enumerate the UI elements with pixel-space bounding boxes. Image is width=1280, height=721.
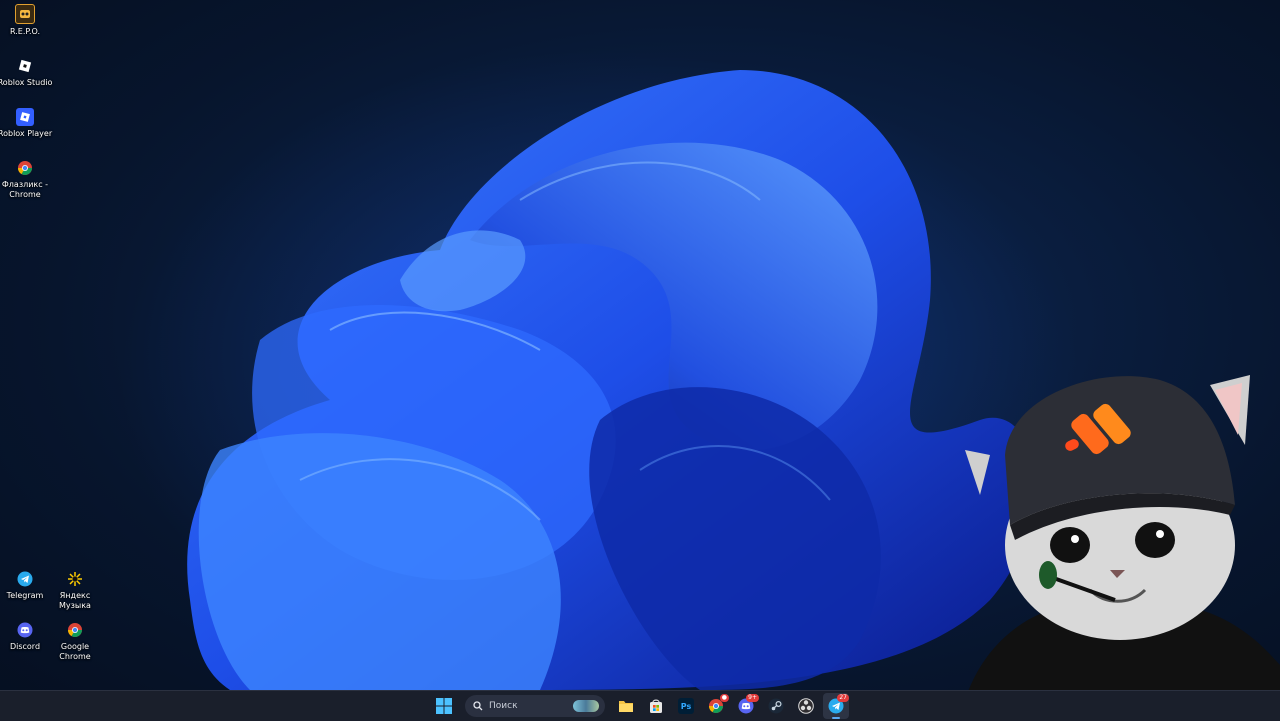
desktop-icon-telegram[interactable]: Telegram [0,570,50,601]
roblox-studio-icon [16,57,34,75]
store-icon [650,699,662,713]
photoshop-icon: Ps [678,698,694,714]
chrome-icon [16,159,34,177]
taskbar-microsoft-store[interactable] [643,693,669,719]
telegram-icon [16,570,34,588]
desktop-icon-roblox-player[interactable]: Roblox Player [0,108,53,139]
roblox-player-icon [16,108,34,126]
notification-badge: 9+ [746,694,759,702]
taskbar-steam[interactable] [763,693,789,719]
taskbar-search[interactable]: Поиск [465,695,605,717]
taskbar: Поиск Ps ● 9+ 27 [0,690,1280,721]
obs-icon [798,698,814,714]
notification-badge: 27 [837,694,849,702]
desktop-icon-google-chrome[interactable]: Google Chrome [50,621,100,662]
desktop-icon-repo[interactable]: R.E.P.O. [0,4,50,37]
taskbar-telegram[interactable]: 27 [823,693,849,719]
desktop-icon-label: Флазликс - Chrome [1,180,49,199]
folder-icon [619,701,633,712]
desktop-icon-label: Яндекс Музыка [59,591,91,610]
search-highlight-icon [573,700,599,712]
repo-game-icon [15,4,35,24]
taskbar-file-explorer[interactable] [613,693,639,719]
taskbar-discord[interactable]: 9+ [733,693,759,719]
webcam-overlay-cat: M ЕННАЯ [960,375,1280,720]
desktop-icon-discord[interactable]: Discord [0,621,50,652]
taskbar-chrome[interactable]: ● [703,693,729,719]
desktop-icon-label: R.E.P.O. [9,27,41,36]
desktop-icon-label: Roblox Studio [0,78,53,87]
desktop-icon-yandex-music[interactable]: Яндекс Музыка [50,570,100,611]
taskbar-photoshop[interactable]: Ps [673,693,699,719]
yandex-music-icon [66,570,84,588]
steam-icon [768,698,784,714]
notification-badge: ● [719,694,729,702]
desktop-icon-label: Discord [9,642,41,651]
discord-icon [16,621,34,639]
desktop-icon-label: Telegram [6,591,44,600]
taskbar-obs[interactable] [793,693,819,719]
desktop-icon-roblox-studio[interactable]: Roblox Studio [0,57,53,88]
start-button[interactable] [431,693,457,719]
desktop-icon-label: Roblox Player [0,129,53,138]
windows-logo-icon [436,698,452,714]
desktop-icon-label: Google Chrome [59,642,91,661]
search-icon [473,701,483,711]
search-placeholder: Поиск [489,701,518,711]
desktop-icon-flazliks-chrome[interactable]: Флазликс - Chrome [0,159,50,200]
chrome-icon [66,621,84,639]
photoshop-icon-text: Ps [680,701,692,711]
